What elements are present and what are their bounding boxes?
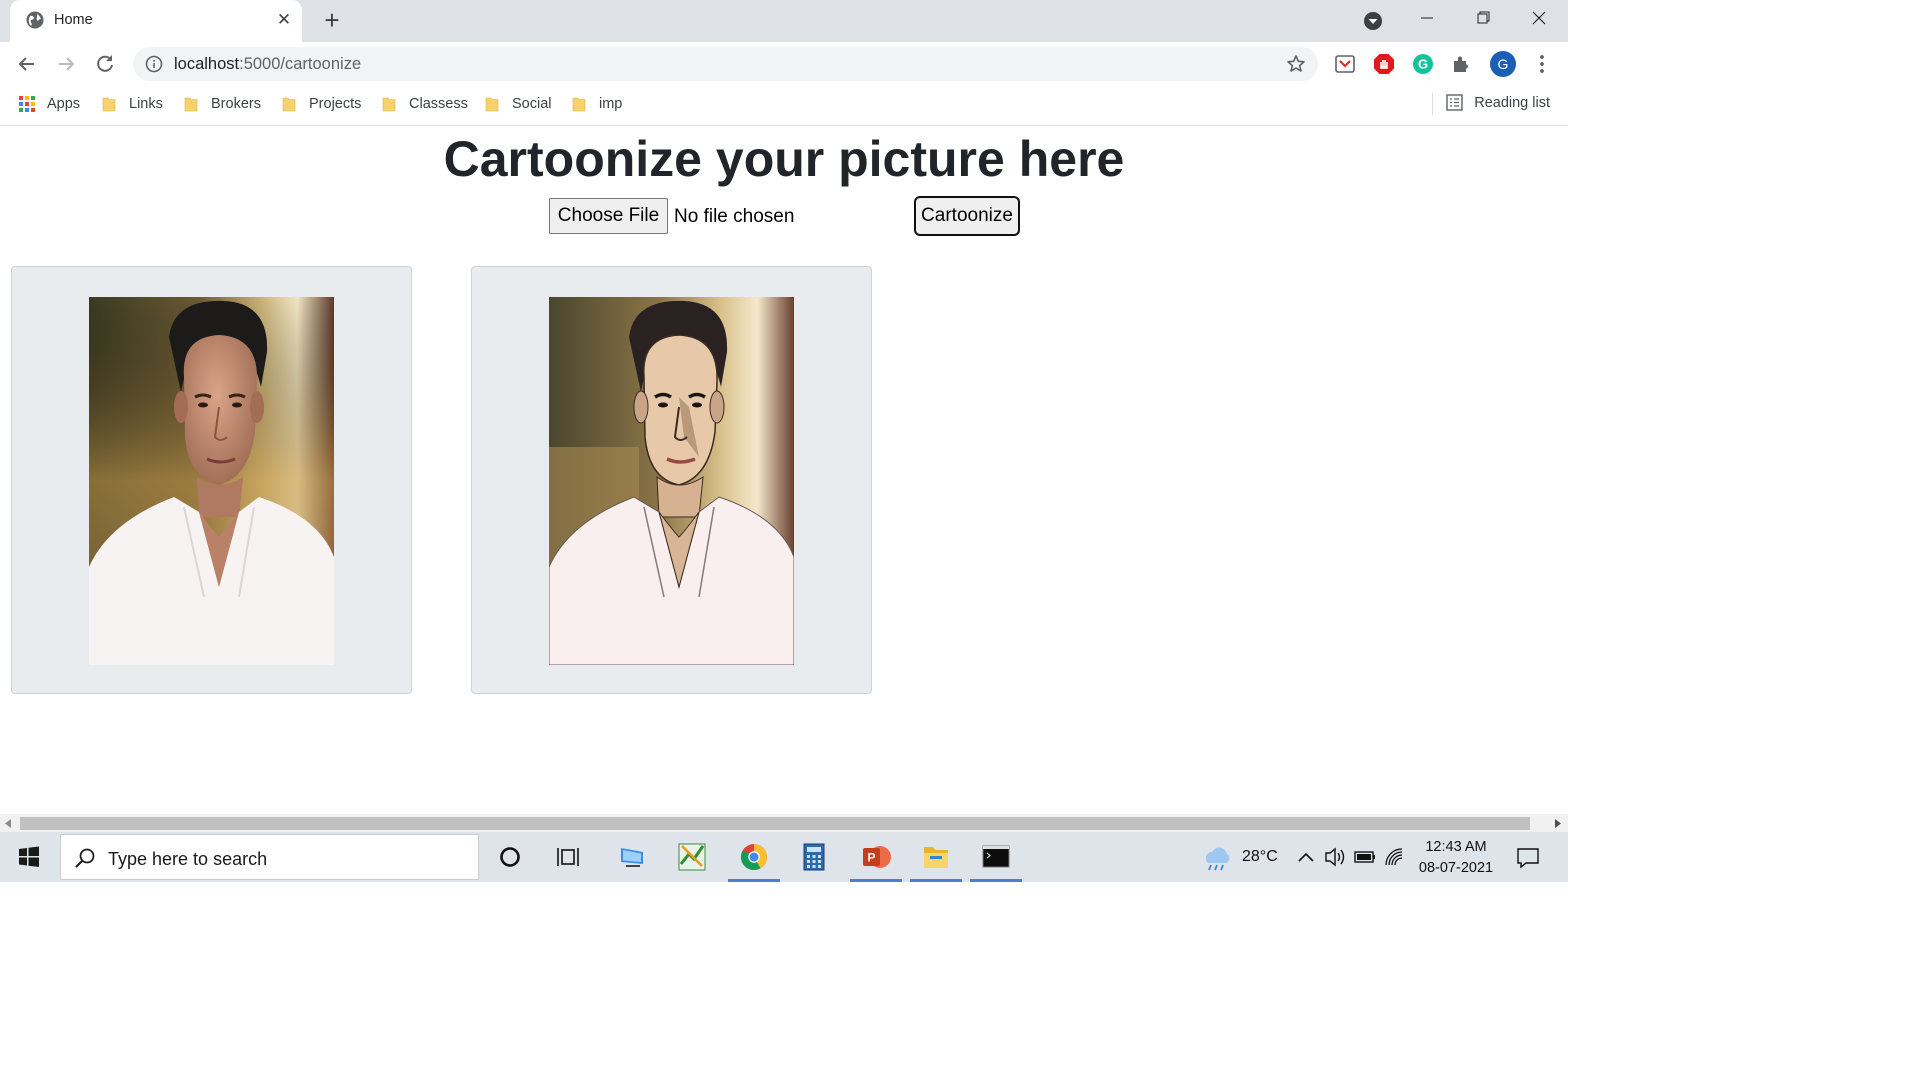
- adblock-extension-icon[interactable]: [1372, 52, 1396, 76]
- svg-text:P: P: [867, 851, 875, 865]
- url-host: localhost: [174, 55, 240, 73]
- file-status-text: No file chosen: [674, 206, 795, 227]
- terminal-taskbar-button[interactable]: [966, 832, 1026, 882]
- profile-avatar[interactable]: G: [1489, 50, 1517, 78]
- bookmark-label: Social: [512, 96, 552, 112]
- browser-toolbar: localhost:5000/cartoonize G G: [0, 42, 1568, 86]
- bookmark-projects[interactable]: Projects: [282, 94, 361, 114]
- scrollbar-thumb[interactable]: [20, 817, 1530, 830]
- windows-taskbar: Type here to search P 28°C 12:43 AM 08-0…: [0, 832, 1568, 882]
- original-photo: [89, 297, 334, 665]
- chrome-taskbar-button[interactable]: [724, 832, 784, 882]
- scroll-left-arrow-icon[interactable]: [4, 819, 12, 828]
- volume-icon[interactable]: [1322, 832, 1348, 882]
- minimize-icon[interactable]: [1407, 6, 1447, 32]
- svg-text:G: G: [1418, 57, 1428, 72]
- windows-start-icon[interactable]: [0, 832, 58, 882]
- pocket-extension-icon[interactable]: [1333, 52, 1357, 76]
- tab-home[interactable]: Home ✕: [10, 0, 302, 42]
- folder-icon: [572, 97, 586, 112]
- apps-grid-icon: [19, 96, 35, 112]
- bookmark-social[interactable]: Social: [485, 94, 552, 114]
- folder-icon: [102, 97, 116, 112]
- bookmark-star-icon[interactable]: [1286, 54, 1306, 74]
- bookmark-label: Classess: [409, 96, 468, 112]
- reading-list-icon: [1446, 94, 1463, 111]
- close-window-icon[interactable]: [1519, 6, 1559, 32]
- bookmark-apps[interactable]: Apps: [18, 94, 80, 114]
- horizontal-scrollbar[interactable]: [0, 814, 1568, 832]
- bookmark-imp[interactable]: imp: [572, 94, 622, 114]
- notifications-icon[interactable]: [1512, 832, 1544, 882]
- search-icon: [75, 848, 95, 868]
- folder-icon: [184, 97, 198, 112]
- file-explorer-icon: [924, 847, 948, 868]
- page-title: Cartoonize your picture here: [443, 131, 1125, 187]
- close-tab-icon[interactable]: ✕: [274, 9, 294, 31]
- bookmark-label: Brokers: [211, 96, 261, 112]
- reading-list-button[interactable]: Reading list: [1446, 94, 1550, 111]
- cartoonized-image-card: [471, 266, 872, 694]
- search-placeholder: Type here to search: [108, 849, 268, 869]
- bookmark-links[interactable]: Links: [102, 94, 163, 114]
- globe-icon: [26, 11, 44, 29]
- bookmarks-divider: [1432, 93, 1433, 115]
- bookmark-classess[interactable]: Classess: [382, 94, 468, 114]
- tab-title: Home: [54, 12, 93, 28]
- tab-strip: Home ✕ +: [0, 0, 1568, 42]
- folder-icon: [282, 97, 296, 112]
- weather-temperature[interactable]: 28°C: [1242, 848, 1278, 866]
- chrome-icon: [740, 844, 768, 871]
- calculator-icon[interactable]: [784, 832, 844, 882]
- file-explorer-taskbar-button[interactable]: [906, 832, 966, 882]
- new-tab-button[interactable]: +: [318, 6, 346, 34]
- forward-arrow-icon[interactable]: [53, 51, 79, 77]
- bookmark-label: Links: [129, 96, 163, 112]
- bookmark-label: Apps: [47, 96, 81, 112]
- scroll-right-arrow-icon[interactable]: [1554, 819, 1562, 828]
- back-arrow-icon[interactable]: [14, 51, 40, 77]
- this-pc-icon[interactable]: [602, 832, 662, 882]
- bookmark-label: Projects: [309, 96, 362, 112]
- tab-search-icon[interactable]: [1362, 10, 1384, 32]
- clock-date: 08-07-2021: [1418, 860, 1494, 876]
- original-image-card: [11, 266, 412, 694]
- cortana-icon[interactable]: [480, 832, 540, 882]
- taskbar-clock[interactable]: 12:43 AM 08-07-2021: [1404, 837, 1508, 879]
- chevron-up-icon[interactable]: [1294, 832, 1318, 882]
- powerpoint-taskbar-button[interactable]: P: [846, 832, 906, 882]
- grammarly-extension-icon[interactable]: G: [1411, 52, 1435, 76]
- site-info-icon[interactable]: [145, 55, 163, 73]
- folder-icon: [485, 97, 499, 112]
- command-prompt-icon: [982, 845, 1010, 868]
- bookmark-label: imp: [599, 96, 623, 112]
- web-page: Cartoonize your picture here Choose File…: [0, 126, 1568, 814]
- svg-text:G: G: [1498, 56, 1509, 72]
- bookmarks-bar: Apps Links Brokers Projects Classess Soc…: [0, 86, 1568, 126]
- extensions-puzzle-icon[interactable]: [1450, 52, 1474, 76]
- cartoonize-button[interactable]: Cartoonize: [914, 196, 1020, 236]
- restore-icon[interactable]: [1463, 6, 1503, 32]
- task-view-icon[interactable]: [540, 832, 600, 882]
- address-bar[interactable]: localhost:5000/cartoonize: [133, 47, 1318, 81]
- reading-list-label: Reading list: [1474, 94, 1550, 111]
- wifi-icon[interactable]: [1382, 832, 1406, 882]
- clock-time: 12:43 AM: [1425, 839, 1487, 855]
- bookmark-brokers[interactable]: Brokers: [184, 94, 261, 114]
- taskbar-search-box[interactable]: Type here to search: [60, 834, 479, 880]
- weather-rain-icon[interactable]: [1200, 832, 1234, 882]
- kebab-menu-icon[interactable]: [1530, 52, 1554, 76]
- url-text: localhost:5000/cartoonize: [174, 55, 361, 74]
- folder-icon: [382, 97, 396, 112]
- url-path: :5000/cartoonize: [239, 55, 362, 73]
- cartoonized-photo: [549, 297, 794, 665]
- battery-icon[interactable]: [1352, 832, 1378, 882]
- reload-icon[interactable]: [92, 51, 118, 77]
- powerpoint-icon: P: [863, 846, 891, 868]
- trading-app-icon[interactable]: [662, 832, 722, 882]
- choose-file-button[interactable]: Choose File: [549, 198, 668, 234]
